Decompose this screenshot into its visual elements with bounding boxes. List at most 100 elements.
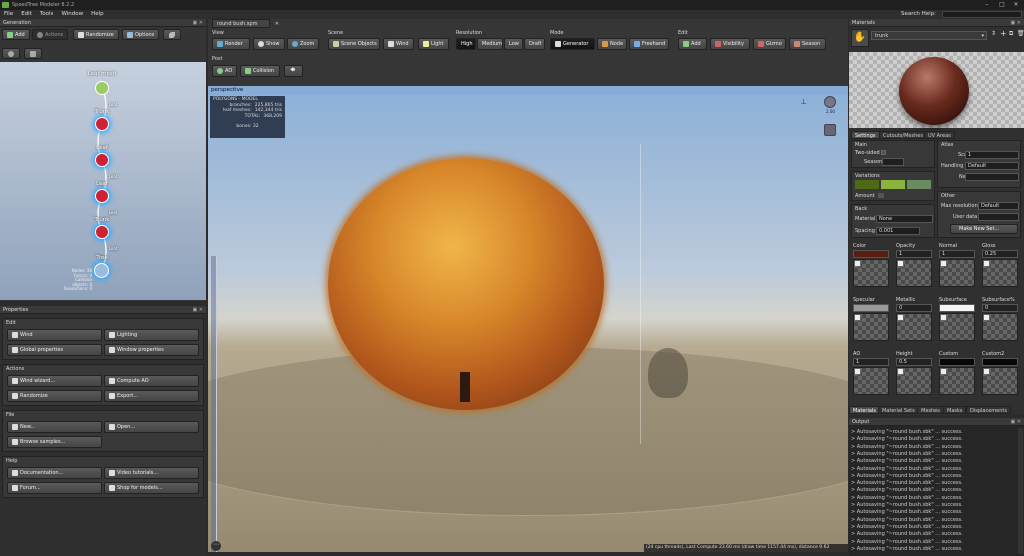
actions-button[interactable]: Actions <box>32 29 68 40</box>
slot-checkbox-subsurface[interactable] <box>940 314 947 321</box>
amount-toggle[interactable] <box>878 193 884 198</box>
generation-graph[interactable]: Leaf mesh Trunk Leaf Leaf Trunk Tree Lea… <box>0 62 206 300</box>
slot-checkbox-normal[interactable] <box>940 260 947 267</box>
freehand-mode-button[interactable]: Freehand <box>629 38 669 50</box>
variation-swatch-1[interactable] <box>855 180 879 189</box>
curve-tool-button[interactable] <box>163 29 181 40</box>
generator-mode-button[interactable]: Generator <box>550 38 595 50</box>
light-button[interactable]: Light <box>418 38 449 50</box>
3d-viewport[interactable]: perspective POLYGONS - MODEL branches: 22… <box>208 86 848 552</box>
slot-value-subsurface[interactable] <box>939 304 975 312</box>
delete-material-icon[interactable]: 🗑 <box>1017 30 1024 37</box>
node-mode-button[interactable]: Node <box>597 38 627 50</box>
tab-materials[interactable]: Materials <box>849 406 880 414</box>
material-up-down-icon[interactable]: ⇕ <box>991 30 996 37</box>
variation-swatch-2[interactable] <box>881 180 905 189</box>
two-sided-checkbox[interactable] <box>881 150 886 155</box>
max-resolution-select[interactable]: Default <box>978 202 1019 210</box>
slot-value-gloss[interactable]: 0.25 <box>982 250 1018 258</box>
hand-icon[interactable]: ✋ <box>851 29 869 47</box>
tab-masks[interactable]: Masks <box>943 406 967 414</box>
lighting-button[interactable]: Lighting <box>104 329 199 341</box>
output-scrollbar[interactable] <box>1018 428 1023 554</box>
material-selector[interactable]: trunk ▾ <box>871 31 987 40</box>
tool-button-2[interactable] <box>24 48 42 59</box>
slot-value-ao[interactable]: 1 <box>853 358 889 366</box>
leaf-node-2[interactable] <box>95 189 109 203</box>
slot-value-color[interactable] <box>853 250 889 258</box>
slot-value-opacity[interactable]: 1 <box>896 250 932 258</box>
user-data-field[interactable] <box>978 213 1019 221</box>
menu-help[interactable]: Help <box>87 10 108 19</box>
slot-checkbox-specular[interactable] <box>854 314 861 321</box>
new-button[interactable]: New... <box>7 421 102 433</box>
randomize-button[interactable]: Randomize <box>73 29 119 40</box>
slot-value-subsurface[interactable]: 0 <box>982 304 1018 312</box>
slot-value-custom[interactable] <box>939 358 975 366</box>
slot-checkbox-gloss[interactable] <box>983 260 990 267</box>
slot-value-specular[interactable] <box>853 304 889 312</box>
handling-select[interactable]: Default <box>965 162 1019 170</box>
menu-tools[interactable]: Tools <box>36 10 58 19</box>
ao-button[interactable]: AO <box>212 65 237 77</box>
forum-button[interactable]: Forum... <box>7 482 102 494</box>
search-help-input[interactable] <box>942 11 1022 18</box>
slot-checkbox-ao[interactable] <box>854 368 861 375</box>
maximize-button[interactable]: □ <box>995 0 1009 10</box>
back-arrow-button[interactable]: 🡄 <box>284 65 303 77</box>
slot-checkbox-height[interactable] <box>897 368 904 375</box>
resolution-medium-button[interactable]: Medium <box>477 38 503 50</box>
slot-checkbox-custom[interactable] <box>940 368 947 375</box>
open-button[interactable]: Open... <box>104 421 199 433</box>
minimize-button[interactable]: – <box>980 0 994 10</box>
variation-swatch-3[interactable] <box>907 180 931 189</box>
close-tab-icon[interactable]: ✕ <box>275 20 279 28</box>
menu-window[interactable]: Window <box>57 10 87 19</box>
global-properties-button[interactable]: Global properties <box>7 344 102 356</box>
slot-checkbox-opacity[interactable] <box>897 260 904 267</box>
randomize-action-button[interactable]: Randomize <box>7 390 102 402</box>
show-button[interactable]: Show <box>253 38 285 50</box>
tab-uv-areas[interactable]: UV Areas <box>924 131 955 139</box>
resolution-high-button[interactable]: High <box>456 38 476 50</box>
menu-edit[interactable]: Edit <box>17 10 36 19</box>
make-new-set-button[interactable]: Make New Set... <box>950 224 1018 234</box>
season-button[interactable]: Season <box>789 38 826 50</box>
slot-value-custom2[interactable] <box>982 358 1018 366</box>
slot-checkbox-metallic[interactable] <box>897 314 904 321</box>
wind-wizard-button[interactable]: Wind wizard... <box>7 375 102 387</box>
slot-checkbox-color[interactable] <box>854 260 861 267</box>
slot-value-normal[interactable]: 1 <box>939 250 975 258</box>
trunk-node-2[interactable] <box>95 225 109 239</box>
resolution-low-button[interactable]: Low <box>504 38 523 50</box>
collision-button[interactable]: Collision <box>240 65 280 77</box>
atlas-scale-field[interactable]: 1 <box>965 151 1019 159</box>
options-button[interactable]: Options <box>122 29 159 40</box>
slot-value-height[interactable]: 0.5 <box>896 358 932 366</box>
document-tab[interactable]: round bush.spm ✕ <box>212 19 279 28</box>
close-button[interactable]: ✕ <box>1009 0 1023 10</box>
spacing-field[interactable]: 0.001 <box>876 227 920 235</box>
documentation-button[interactable]: Documentation... <box>7 467 102 479</box>
atlas-name-field[interactable] <box>965 173 1019 181</box>
compute-ao-button[interactable]: Compute AO <box>104 375 199 387</box>
wind-button[interactable]: Wind <box>7 329 102 341</box>
scene-wind-button[interactable]: Wind <box>383 38 414 50</box>
zoom-button[interactable]: Zoom <box>287 38 319 50</box>
tree-node[interactable] <box>94 263 109 278</box>
axis-gizmo-icon[interactable]: ⟂ <box>801 97 806 107</box>
render-button[interactable]: Render <box>212 38 250 50</box>
edit-add-button[interactable]: Add <box>678 38 707 50</box>
tab-settings[interactable]: Settings <box>851 131 880 139</box>
tab-cutouts-meshes[interactable]: Cutouts/Meshes <box>879 131 927 139</box>
browse-samples-button[interactable]: Browse samples... <box>7 436 102 448</box>
back-material-select[interactable]: None <box>876 215 933 223</box>
video-tutorials-button[interactable]: Video tutorials... <box>104 467 199 479</box>
camera-icon[interactable] <box>824 124 836 136</box>
window-properties-button[interactable]: Window properties <box>104 344 199 356</box>
slot-checkbox-subsurface[interactable] <box>983 314 990 321</box>
trunk-node-1[interactable] <box>95 117 109 131</box>
menu-file[interactable]: File <box>0 10 17 19</box>
leaf-mesh-node[interactable] <box>95 81 109 95</box>
tab-meshes[interactable]: Meshes <box>917 406 944 414</box>
